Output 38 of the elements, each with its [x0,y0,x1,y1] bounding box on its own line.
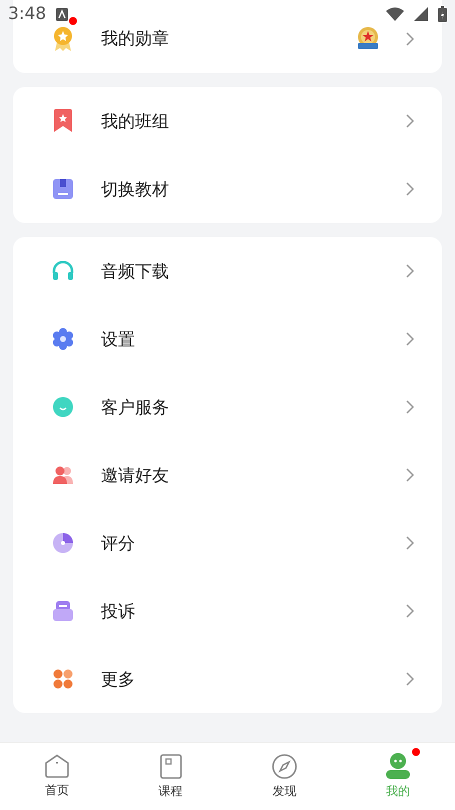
house-icon [44,754,70,778]
menu-item[interactable]: 邀请好友 [13,441,442,509]
inbox-icon [51,601,75,621]
grid-icon [51,669,75,689]
menu-item[interactable]: 投诉 [13,577,442,645]
menu-item[interactable]: 客户服务 [13,373,442,441]
chevron-icon [406,604,414,618]
chevron-icon [406,182,414,196]
book-icon [160,754,182,778]
menu-item[interactable]: 评分 [13,509,442,577]
menu-item[interactable]: 切换教材 [13,155,442,223]
signal-icon [414,7,428,21]
tab[interactable]: 课程 [114,743,228,810]
menu-item[interactable]: 音频下载 [13,237,442,305]
chevron-icon [406,264,414,278]
headphones-icon [51,261,75,281]
robot-icon [385,753,412,779]
menu-item[interactable]: 更多 [13,645,442,713]
tab[interactable]: 首页 [0,743,114,810]
menu-item[interactable]: 我的班组 [13,87,442,155]
tab[interactable]: 发现 [228,743,342,810]
menu-item[interactable]: 设置 [13,305,442,373]
book-icon [51,179,75,199]
chevron-icon [406,672,414,686]
wifi-icon [386,7,404,21]
chevron-icon [406,114,414,128]
people-icon [51,465,75,485]
gear-icon [51,328,75,350]
compass-icon [272,754,297,778]
medal-icon [51,26,75,52]
smile-icon [51,397,75,417]
chevron-icon [406,32,414,46]
chevron-icon [406,400,414,414]
pie-icon [51,533,75,553]
chevron-icon [406,468,414,482]
chevron-icon [406,536,414,550]
chevron-icon [406,332,414,346]
bookmark-icon [51,109,75,133]
